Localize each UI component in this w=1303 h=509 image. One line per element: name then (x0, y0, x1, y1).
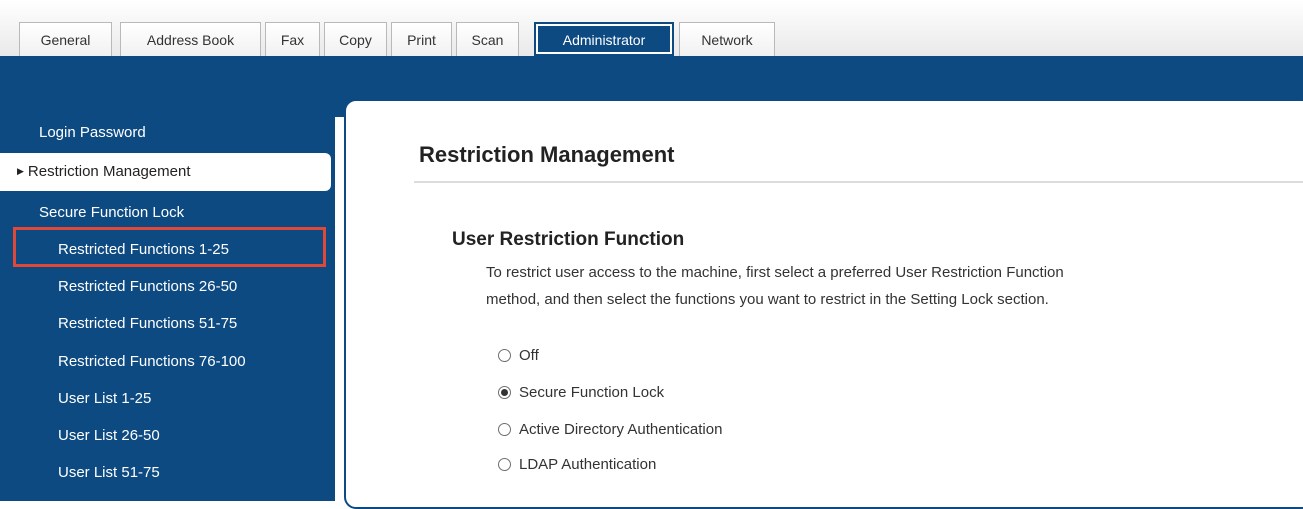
radio-option-off[interactable]: Off (498, 344, 539, 366)
tab-administrator[interactable]: Administrator (534, 22, 674, 56)
radio-label: Off (519, 346, 539, 364)
sidebar-item-restricted-functions-26-50[interactable]: Restricted Functions 26-50 (58, 268, 237, 306)
sidebar-item-user-list-51-75[interactable]: User List 51-75 (58, 454, 160, 492)
tab-general[interactable]: General (19, 22, 112, 56)
tab-scan[interactable]: Scan (456, 22, 519, 56)
sidebar: Login Password ▶ Restriction Management S… (0, 117, 335, 501)
tab-fax[interactable]: Fax (265, 22, 320, 56)
sidebar-item-user-list-1-25[interactable]: User List 1-25 (58, 380, 151, 418)
tab-copy[interactable]: Copy (324, 22, 387, 56)
divider (414, 181, 1303, 183)
tab-address-book[interactable]: Address Book (120, 22, 261, 56)
radio-label: Secure Function Lock (519, 383, 665, 401)
sidebar-item-restricted-functions-51-75[interactable]: Restricted Functions 51-75 (58, 305, 237, 343)
page-title: Restriction Management (419, 142, 675, 167)
radio-option-active-directory[interactable]: Active Directory Authentication (498, 418, 722, 440)
radio-label: Active Directory Authentication (519, 420, 723, 438)
radio-button[interactable] (498, 348, 511, 362)
sidebar-item-user-list-26-50[interactable]: User List 26-50 (58, 417, 160, 455)
sidebar-item-restriction-management[interactable]: ▶ Restriction Management (0, 153, 331, 191)
radio-label: LDAP Authentication (519, 455, 657, 473)
radio-button[interactable] (498, 457, 511, 471)
tab-print[interactable]: Print (391, 22, 452, 56)
tab-network[interactable]: Network (679, 22, 775, 56)
tab-bar: General Address Book Fax Copy Print Scan… (0, 0, 1303, 56)
triangle-right-icon: ▶ (17, 166, 24, 176)
highlight-annotation (13, 227, 326, 267)
radio-option-ldap[interactable]: LDAP Authentication (498, 453, 656, 475)
radio-button-checked[interactable] (498, 385, 511, 399)
sidebar-item-restricted-functions-76-100[interactable]: Restricted Functions 76-100 (58, 343, 246, 381)
section-description-line-1: To restrict user access to the machine, … (486, 264, 1064, 281)
section-description-line-2: method, and then select the functions yo… (486, 291, 1049, 308)
radio-dot-icon (501, 388, 508, 396)
sidebar-item-label: Restriction Management (27, 163, 191, 180)
section-title: User Restriction Function (452, 229, 685, 250)
radio-button[interactable] (498, 422, 511, 436)
radio-option-secure-function-lock[interactable]: Secure Function Lock (498, 381, 664, 403)
sidebar-item-login-password[interactable]: Login Password (39, 114, 146, 152)
